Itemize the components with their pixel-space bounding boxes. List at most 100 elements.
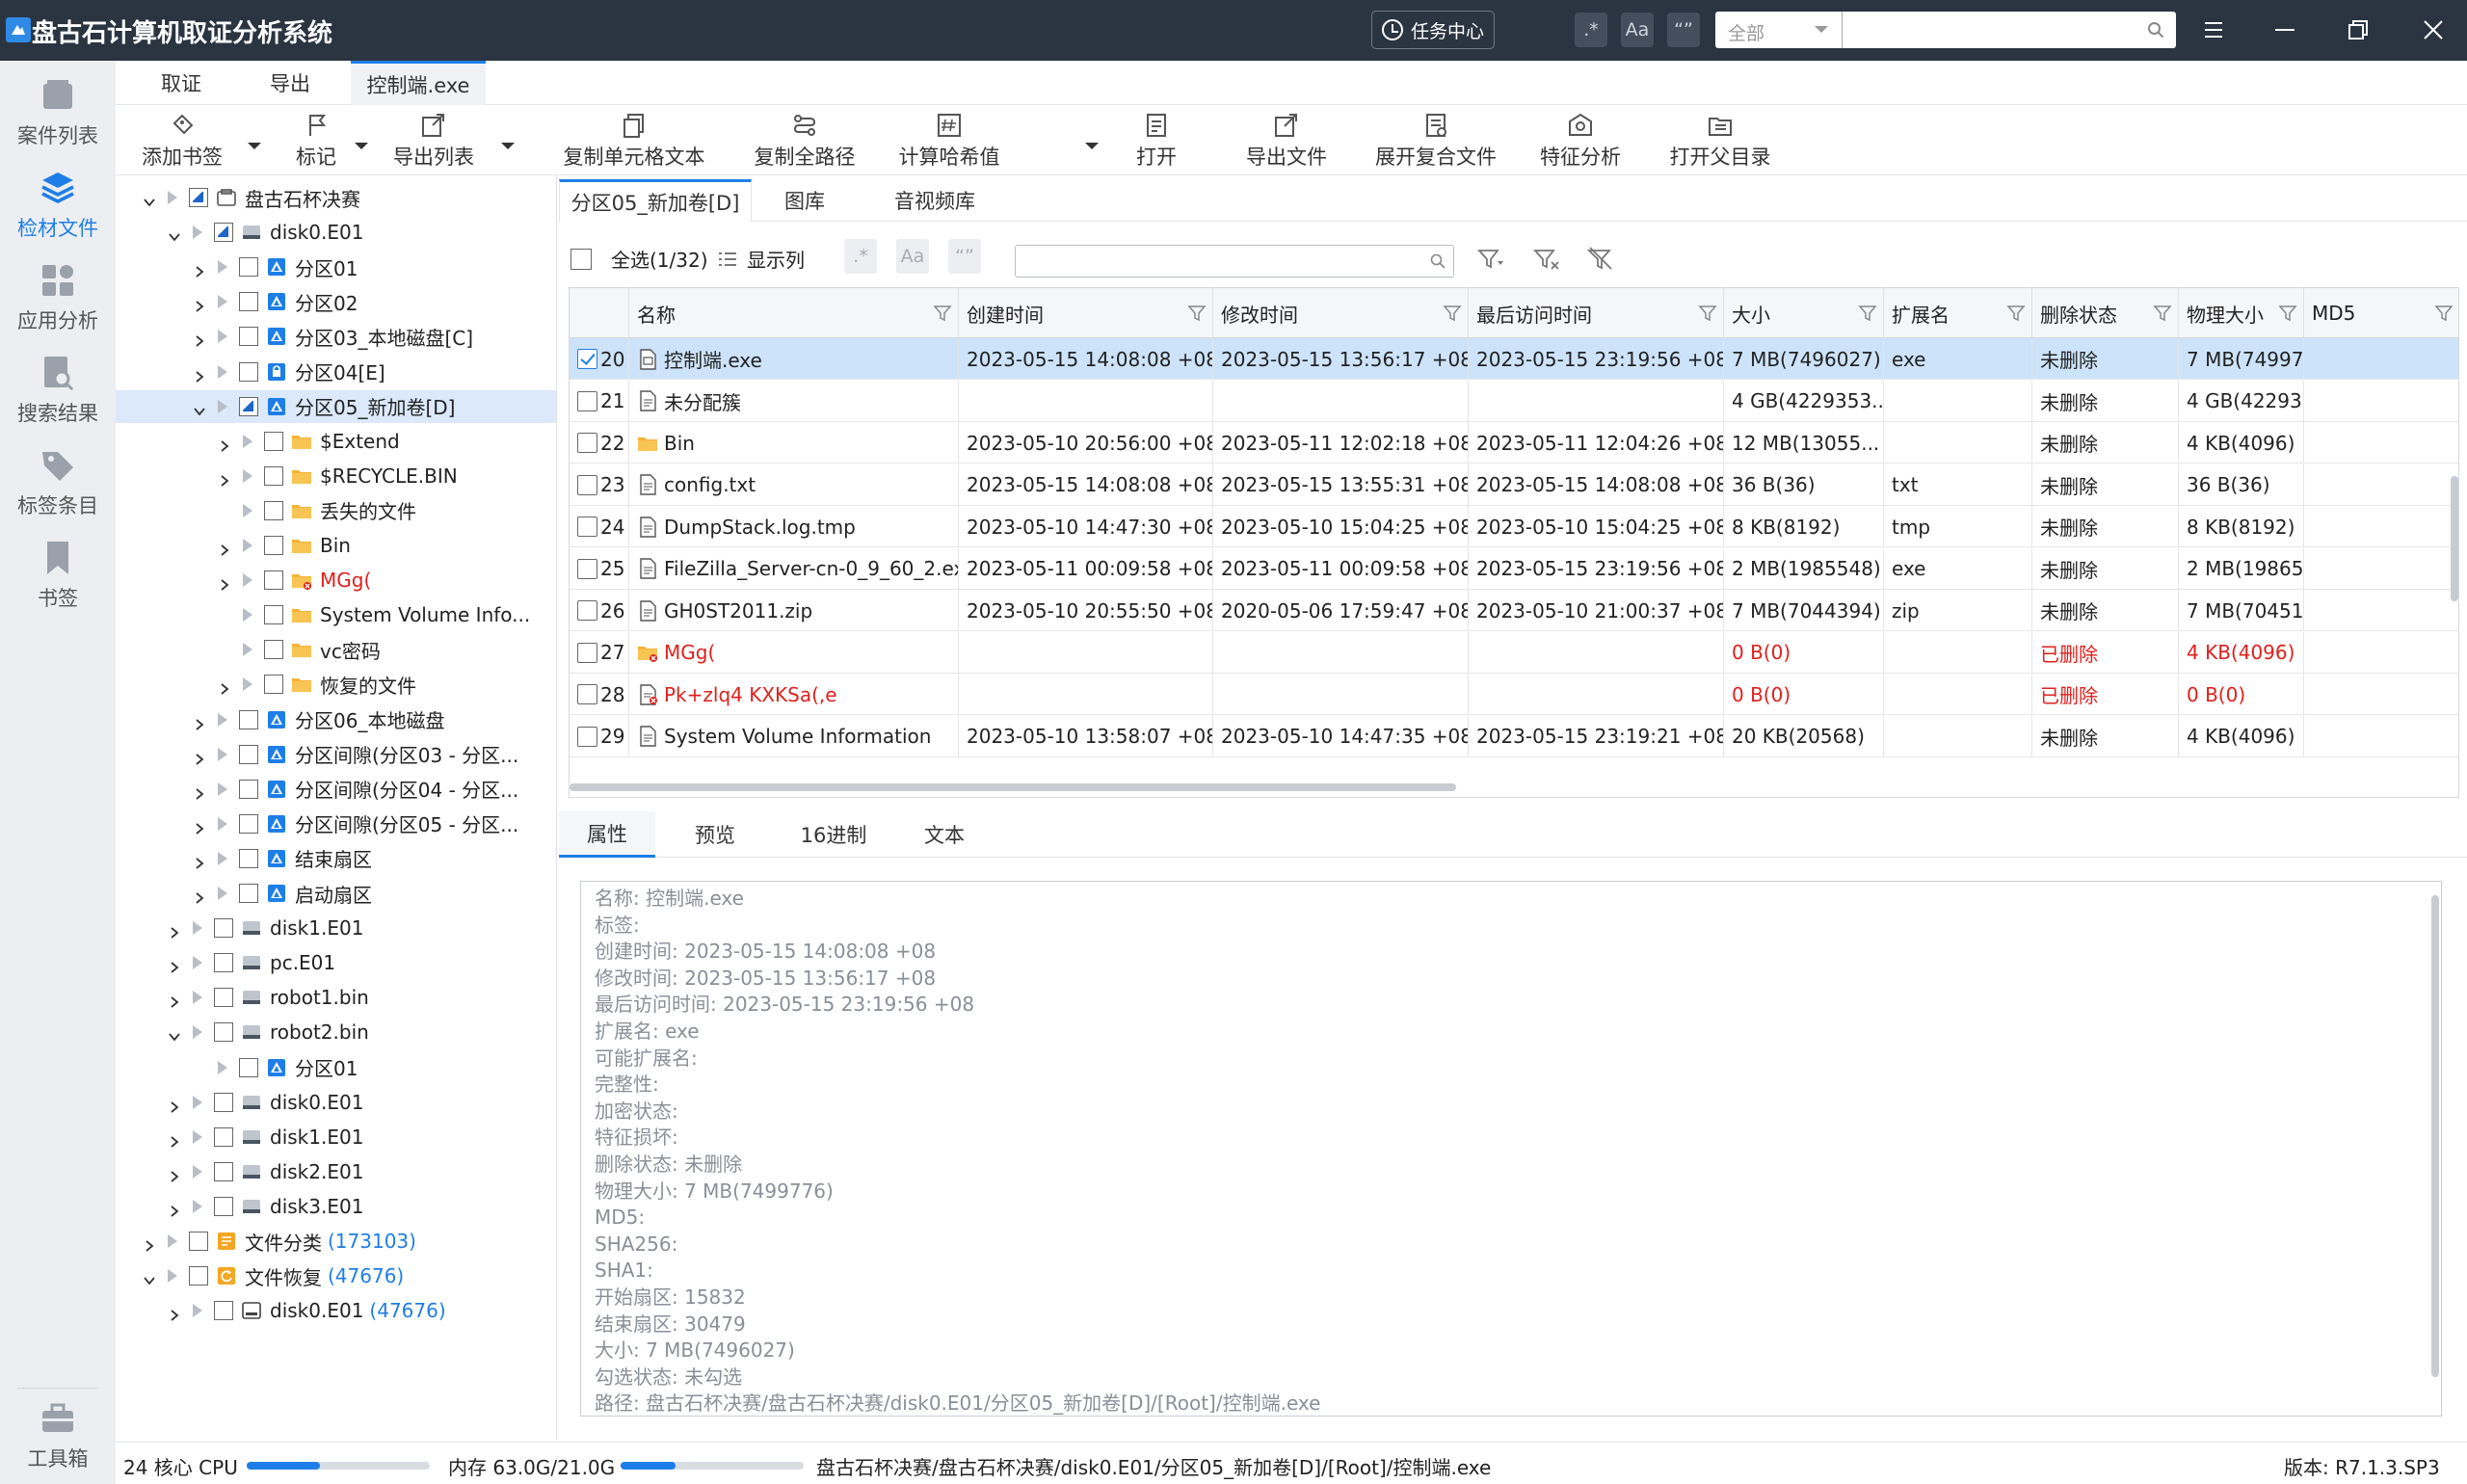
chevron-right-icon[interactable] <box>193 295 206 312</box>
tree-checkbox[interactable] <box>214 223 233 243</box>
restore-icon[interactable] <box>2342 13 2374 46</box>
regex-filter-toggle[interactable]: .* <box>844 239 877 274</box>
tree-checkbox[interactable] <box>264 570 283 591</box>
chevron-right-icon[interactable] <box>193 782 206 800</box>
tree-checkbox[interactable] <box>239 257 258 278</box>
search-scope-select[interactable]: 全部 <box>1715 12 1843 48</box>
chevron-right-icon[interactable] <box>218 539 231 556</box>
column-header[interactable]: 名称 <box>629 288 959 338</box>
show-columns-button[interactable]: 显示列 <box>718 245 805 273</box>
tree-node[interactable]: 丢失的文件 <box>116 494 556 527</box>
clear-filter-icon[interactable] <box>1532 245 1561 274</box>
tree-node[interactable]: 分区05_新加卷[D] <box>116 389 556 423</box>
whole-word-toggle-button[interactable]: “” <box>1667 13 1700 47</box>
row-checkbox[interactable] <box>577 474 597 495</box>
tree-checkbox[interactable] <box>214 1196 233 1216</box>
tree-node[interactable]: 文件分类 (173103) <box>116 1225 556 1258</box>
tree-checkbox[interactable] <box>239 744 258 764</box>
tree-node[interactable]: 分区02 <box>116 285 556 318</box>
rail-item-bookmarks[interactable]: 书签 <box>0 531 116 623</box>
advanced-filter-icon[interactable] <box>1476 245 1505 274</box>
task-center-button[interactable]: 任务中心 <box>1371 11 1495 49</box>
chevron-right-icon[interactable] <box>168 1130 181 1148</box>
expand-compound-file-button[interactable]: 展开复合文件 <box>1368 112 1503 173</box>
tree-node[interactable]: 分区01 <box>116 1051 556 1084</box>
tree-checkbox[interactable] <box>264 605 283 625</box>
case-filter-toggle[interactable]: Aa <box>896 239 929 274</box>
table-row[interactable]: 27 MGg(0 B(0) 已删除 4 KB(4096) <box>570 631 2458 674</box>
tree-node[interactable]: disk0.E01 (47676) <box>116 1294 556 1327</box>
row-checkbox[interactable] <box>577 600 597 621</box>
column-header[interactable]: 创建时间 <box>959 288 1213 338</box>
chevron-right-icon[interactable] <box>193 852 206 869</box>
tree-checkbox[interactable] <box>264 640 283 660</box>
tree-node[interactable]: 恢复的文件 <box>116 668 556 701</box>
tree-checkbox[interactable] <box>239 1057 258 1077</box>
tree-checkbox[interactable] <box>239 396 258 416</box>
tree-node[interactable]: 分区间隙(分区03 - 分区... <box>116 738 556 771</box>
open-button[interactable]: 打开 <box>1127 112 1185 173</box>
minimize-icon[interactable] <box>2268 13 2301 46</box>
chevron-down-icon[interactable] <box>1085 143 1099 149</box>
tree-node[interactable]: System Volume Info... <box>116 598 556 631</box>
tree-checkbox[interactable] <box>239 884 258 903</box>
tree-checkbox[interactable] <box>264 675 283 695</box>
column-header[interactable]: 物理大小 <box>2179 288 2304 338</box>
global-search-input[interactable] <box>1845 13 2135 46</box>
tree-node[interactable]: robot1.bin <box>116 981 556 1014</box>
chevron-right-icon[interactable] <box>193 748 206 765</box>
tree-node[interactable]: 启动扇区 <box>116 877 556 910</box>
tree-node[interactable]: MGg( <box>116 564 556 596</box>
rail-item-search-results[interactable]: 搜索结果 <box>0 346 116 438</box>
tree-node[interactable]: 分区04[E] <box>116 356 556 388</box>
row-checkbox[interactable] <box>577 433 597 453</box>
tree-checkbox[interactable] <box>214 1301 233 1321</box>
tree-checkbox[interactable] <box>214 988 233 1008</box>
row-checkbox[interactable] <box>577 558 597 579</box>
tree-checkbox[interactable] <box>264 536 283 555</box>
tree-checkbox[interactable] <box>214 1092 233 1112</box>
chevron-right-icon[interactable] <box>218 435 231 452</box>
tree-node[interactable]: disk2.E01 <box>116 1155 556 1188</box>
tab-text[interactable]: 文本 <box>896 811 993 858</box>
match-case-toggle-button[interactable]: Aa <box>1621 13 1654 47</box>
chevron-down-icon[interactable] <box>168 1025 181 1042</box>
tree-node[interactable]: disk0.E01 <box>116 1086 556 1119</box>
copy-cell-text-button[interactable]: 复制单元格文本 <box>538 112 730 173</box>
tree-node[interactable]: Bin <box>116 529 556 562</box>
chevron-right-icon[interactable] <box>168 1200 181 1217</box>
tab-media-library[interactable]: 音视频库 <box>858 179 1012 222</box>
tab-preview[interactable]: 预览 <box>667 811 763 858</box>
copy-full-path-button[interactable]: 复制全路径 <box>728 112 882 173</box>
rail-item-app-analysis[interactable]: 应用分析 <box>0 253 116 346</box>
chevron-right-icon[interactable] <box>193 817 206 835</box>
tree-node[interactable]: vc密码 <box>116 633 556 666</box>
tree-checkbox[interactable] <box>214 953 233 973</box>
rail-item-tag-entries[interactable]: 标签条目 <box>0 438 116 531</box>
tree-checkbox[interactable] <box>239 813 258 834</box>
add-bookmark-button[interactable]: 添加书签 <box>139 112 225 173</box>
table-row[interactable]: 22 Bin 2023-05-10 20:56:00 +08 2023-05-11 1… <box>570 422 2458 464</box>
tree-node[interactable]: 分区06_本地磁盘 <box>116 703 556 736</box>
column-header[interactable]: MD5 <box>2304 288 2458 338</box>
tree-node[interactable]: 分区间隙(分区04 - 分区... <box>116 773 556 806</box>
tab-forensics[interactable]: 取证 <box>133 61 229 105</box>
tree-node[interactable]: 文件恢复 (47676) <box>116 1259 556 1292</box>
row-checkbox[interactable] <box>577 642 597 663</box>
select-all-checkbox[interactable] <box>570 249 592 270</box>
chevron-right-icon[interactable] <box>193 260 206 278</box>
tab-hex[interactable]: 16进制 <box>771 811 896 858</box>
tab-partition-05[interactable]: 分区05_新加卷[D] <box>559 179 752 223</box>
chevron-right-icon[interactable] <box>218 469 231 487</box>
tree-node[interactable]: $RECYCLE.BIN <box>116 460 556 492</box>
tree-checkbox[interactable] <box>214 1161 233 1181</box>
tree-node[interactable]: 分区03_本地磁盘[C] <box>116 320 556 353</box>
chevron-right-icon[interactable] <box>168 1165 181 1182</box>
tree-checkbox[interactable] <box>239 709 258 729</box>
column-header[interactable]: 最后访问时间 <box>1469 288 1724 338</box>
export-list-button[interactable]: 导出列表 <box>385 112 482 173</box>
tree-node[interactable]: pc.E01 <box>116 946 556 979</box>
tree-checkbox[interactable] <box>189 1232 208 1251</box>
row-checkbox[interactable] <box>577 390 597 411</box>
row-checkbox[interactable] <box>577 684 597 704</box>
